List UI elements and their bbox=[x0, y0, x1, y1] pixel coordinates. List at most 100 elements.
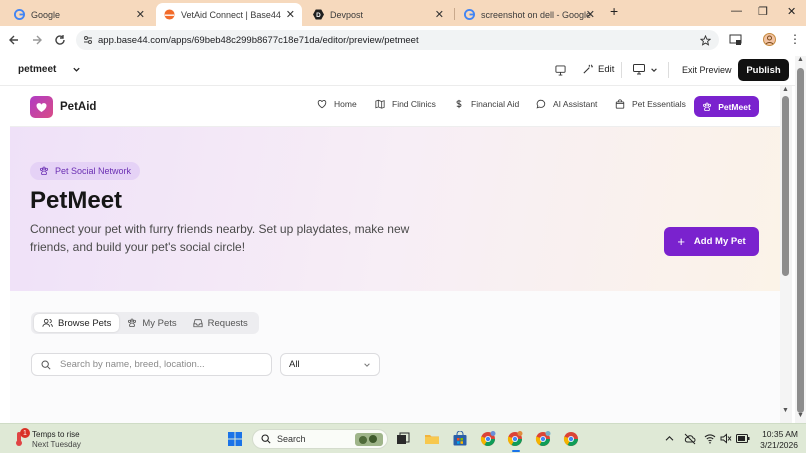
pet-social-network-badge: Pet Social Network bbox=[30, 162, 141, 180]
cloud-offline-icon[interactable] bbox=[684, 433, 696, 445]
tab-browse-pets[interactable]: Browse Pets bbox=[34, 314, 120, 332]
scroll-up-arrow-icon[interactable]: ▲ bbox=[797, 56, 804, 63]
browser-tab-devpost[interactable]: D Devpost ✕ bbox=[305, 3, 451, 26]
minimize-window-icon[interactable]: — bbox=[731, 5, 742, 17]
task-view-icon[interactable] bbox=[395, 431, 411, 447]
page-title: PetMeet bbox=[30, 187, 123, 214]
chevron-down-icon bbox=[364, 362, 370, 367]
nav-ai-assistant[interactable]: AI Assistant bbox=[536, 99, 597, 109]
weather-widget[interactable]: 1 Temps to rise Next Tuesday bbox=[12, 428, 102, 450]
battery-icon[interactable] bbox=[736, 434, 750, 443]
tab-label: VetAid Connect | Base44 bbox=[181, 9, 281, 20]
scroll-down-arrow-icon[interactable]: ▼ bbox=[782, 407, 789, 414]
tab-close-icon[interactable]: ✕ bbox=[136, 8, 145, 21]
nav-petmeet-label: PetMeet bbox=[718, 101, 751, 112]
clock-date[interactable]: 3/21/2026 bbox=[758, 440, 798, 450]
nav-pet-essentials-label: Pet Essentials bbox=[632, 99, 686, 109]
tab-requests[interactable]: Requests bbox=[185, 314, 256, 332]
nav-home[interactable]: Home bbox=[317, 99, 357, 109]
forward-arrow-icon[interactable] bbox=[31, 34, 43, 46]
page-subtitle: Connect your pet with furry friends near… bbox=[30, 222, 410, 254]
search-highlight-icon bbox=[355, 433, 383, 446]
nav-find-clinics[interactable]: Find Clinics bbox=[375, 99, 436, 109]
chrome-icon[interactable] bbox=[563, 431, 579, 447]
editor-bar: petmeet Edit Exit Preview Publish bbox=[0, 54, 806, 86]
tab-requests-label: Requests bbox=[207, 317, 248, 329]
brand-name: PetAid bbox=[60, 101, 97, 113]
scrollbar-thumb[interactable] bbox=[797, 68, 804, 413]
search-input[interactable] bbox=[60, 359, 260, 370]
brand-logo[interactable]: PetAid bbox=[30, 96, 96, 118]
microsoft-store-icon[interactable] bbox=[452, 431, 468, 447]
clock-time[interactable]: 10:35 AM bbox=[760, 429, 798, 439]
weather-title: Temps to rise bbox=[32, 430, 80, 439]
tab-label: screenshot on dell - Google Sea bbox=[481, 9, 593, 20]
cast-icon[interactable] bbox=[729, 34, 742, 46]
browser-tab-strip: Google ✕ VetAid Connect | Base44 ✕ D Dev… bbox=[0, 0, 806, 26]
nav-petmeet[interactable]: PetMeet bbox=[694, 96, 759, 117]
scrollbar-thumb[interactable] bbox=[782, 96, 789, 276]
tab-my-pets[interactable]: My Pets bbox=[119, 314, 184, 332]
close-window-icon[interactable]: ✕ bbox=[787, 5, 796, 18]
tab-browse-pets-label: Browse Pets bbox=[58, 317, 112, 329]
users-icon bbox=[42, 318, 53, 327]
add-my-pet-label: Add My Pet bbox=[693, 236, 746, 247]
site-info-icon[interactable] bbox=[83, 35, 93, 45]
chevron-up-icon[interactable] bbox=[665, 435, 674, 442]
reload-icon[interactable] bbox=[54, 34, 66, 46]
browser-tab-google[interactable]: Google ✕ bbox=[6, 3, 152, 26]
search-icon bbox=[41, 360, 51, 370]
file-explorer-icon[interactable] bbox=[424, 431, 440, 447]
scroll-down-arrow-icon[interactable]: ▼ bbox=[797, 412, 804, 419]
chrome-profile-1-icon[interactable] bbox=[480, 431, 496, 447]
device-preview-dropdown[interactable] bbox=[633, 64, 658, 75]
browser-tab-vetaid[interactable]: VetAid Connect | Base44 ✕ bbox=[156, 3, 302, 26]
wifi-icon[interactable] bbox=[704, 433, 716, 444]
bookmark-star-icon[interactable] bbox=[700, 34, 711, 46]
restore-window-icon[interactable]: ❐ bbox=[758, 5, 768, 18]
nav-pet-essentials[interactable]: Pet Essentials bbox=[615, 99, 686, 109]
add-my-pet-button[interactable]: + Add My Pet bbox=[664, 227, 759, 256]
chrome-profile-2-icon[interactable] bbox=[507, 431, 523, 447]
windows-start-icon[interactable] bbox=[227, 431, 243, 447]
search-box[interactable] bbox=[31, 353, 272, 376]
url-text[interactable]: app.base44.com/apps/69beb48c299b8677c18e… bbox=[98, 35, 419, 46]
edit-label: Edit bbox=[598, 64, 615, 75]
nav-financial-aid-label: Financial Aid bbox=[471, 99, 520, 109]
address-bar[interactable]: app.base44.com/apps/69beb48c299b8677c18e… bbox=[76, 30, 719, 50]
devpost-favicon-icon: D bbox=[313, 9, 324, 20]
new-tab-button[interactable]: + bbox=[610, 3, 618, 19]
notification-badge: 1 bbox=[20, 428, 30, 438]
edit-button[interactable]: Edit bbox=[582, 64, 614, 75]
scroll-up-arrow-icon[interactable]: ▲ bbox=[782, 86, 789, 93]
tab-close-icon[interactable]: ✕ bbox=[286, 8, 295, 21]
nav-financial-aid[interactable]: Financial Aid bbox=[454, 99, 519, 109]
back-arrow-icon[interactable] bbox=[8, 34, 20, 46]
inbox-icon bbox=[193, 319, 203, 328]
tab-close-icon[interactable]: ✕ bbox=[435, 8, 444, 21]
tab-label: Devpost bbox=[330, 9, 364, 20]
visual-edit-icon[interactable] bbox=[555, 65, 566, 76]
chat-icon bbox=[536, 99, 546, 109]
page-selector-label: petmeet bbox=[18, 64, 57, 75]
browser-menu-icon[interactable]: ⋮ bbox=[789, 32, 801, 46]
dollar-icon bbox=[456, 99, 462, 109]
page-selector[interactable]: petmeet bbox=[18, 64, 81, 75]
browser-toolbar: app.base44.com/apps/69beb48c299b8677c18e… bbox=[0, 26, 806, 54]
exit-preview-button[interactable]: Exit Preview bbox=[682, 65, 732, 75]
tab-my-pets-label: My Pets bbox=[142, 317, 177, 329]
chrome-profile-3-icon[interactable] bbox=[535, 431, 551, 447]
tab-close-icon[interactable]: ✕ bbox=[586, 8, 595, 21]
speaker-muted-icon[interactable] bbox=[720, 433, 732, 444]
google-favicon-icon bbox=[14, 9, 25, 20]
publish-button[interactable]: Publish bbox=[738, 59, 789, 81]
browser-scrollbar[interactable]: ▲ ▼ bbox=[795, 56, 806, 423]
page-scrollbar[interactable]: ▲ ▼ bbox=[780, 86, 792, 423]
species-filter-select[interactable]: All bbox=[280, 353, 380, 376]
windows-taskbar: 1 Temps to rise Next Tuesday Search 10:3… bbox=[0, 423, 806, 453]
taskbar-search-box[interactable]: Search bbox=[252, 429, 388, 449]
browser-tab-google-search[interactable]: screenshot on dell - Google Sea ✕ bbox=[456, 3, 602, 26]
profile-avatar-icon[interactable] bbox=[763, 33, 776, 46]
search-icon bbox=[261, 434, 271, 444]
chevron-down-icon bbox=[651, 67, 657, 72]
